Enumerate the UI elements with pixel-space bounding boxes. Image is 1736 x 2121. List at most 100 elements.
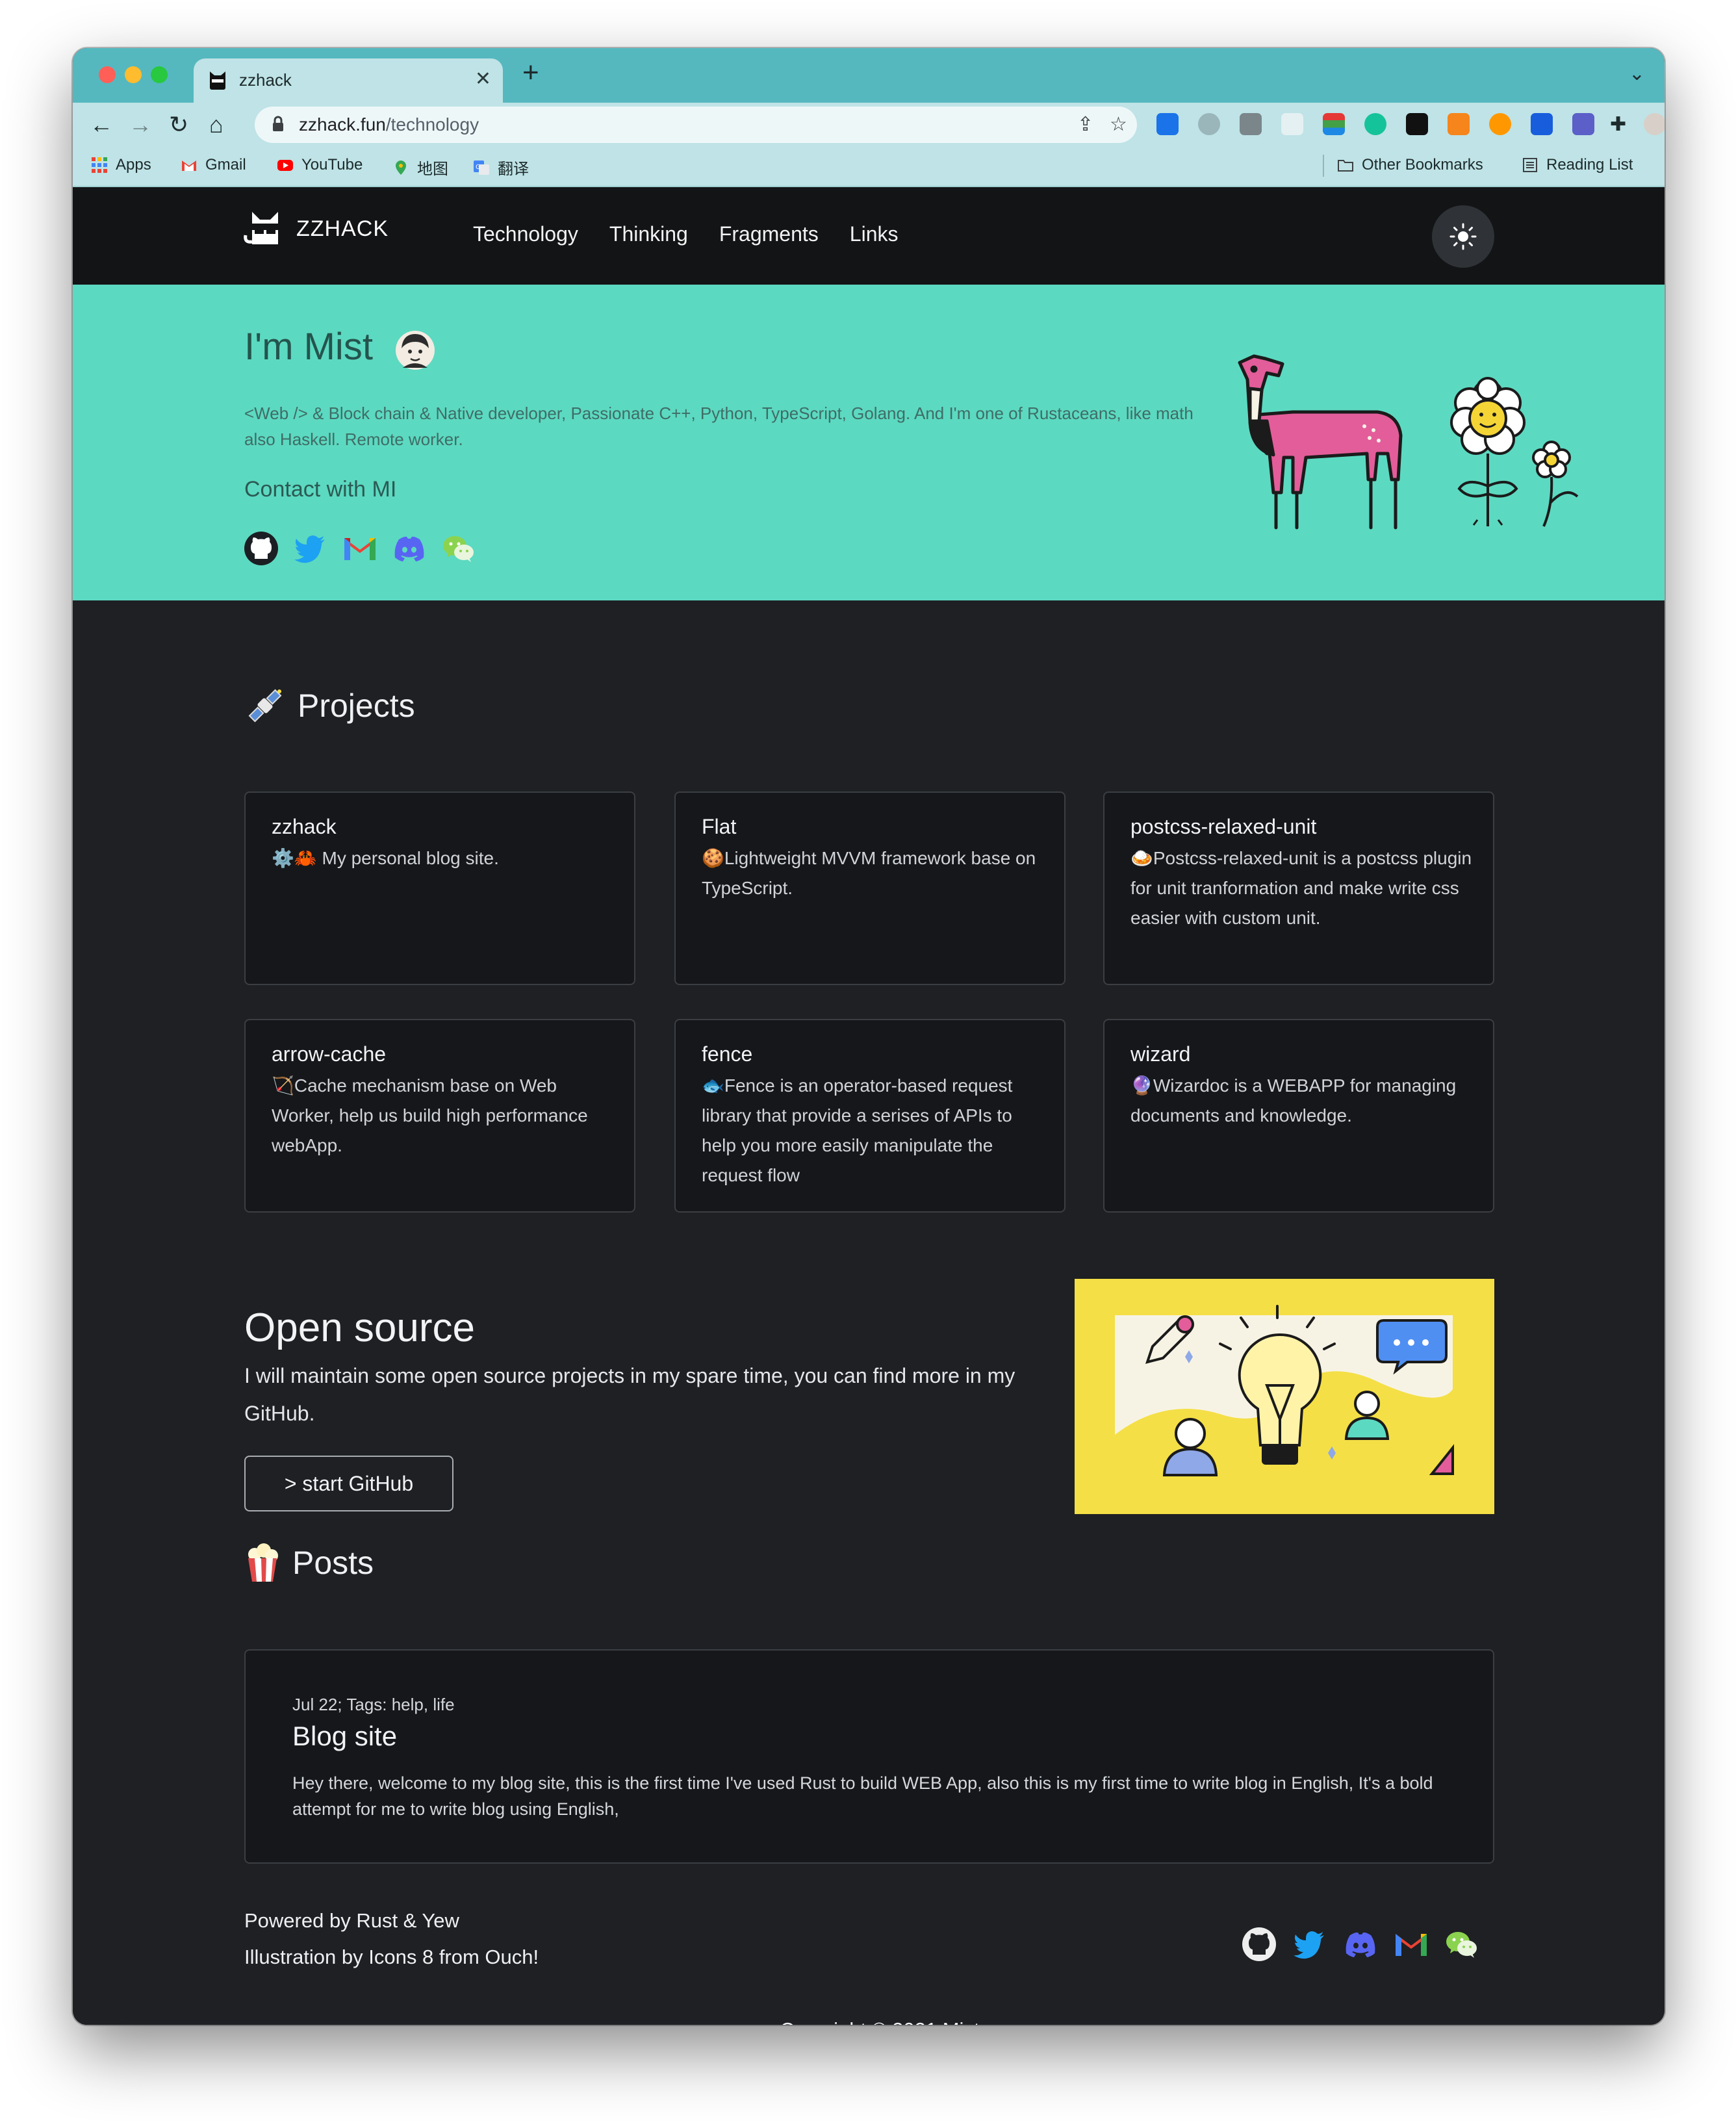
bitwarden-icon[interactable] xyxy=(1531,113,1553,135)
wechat-icon[interactable] xyxy=(440,530,477,567)
bookmark-maps[interactable]: 地图 xyxy=(392,156,448,179)
close-window-button[interactable] xyxy=(99,66,116,83)
react-devtools-icon[interactable] xyxy=(1198,113,1220,135)
post-excerpt: Hey there, welcome to my blog site, this… xyxy=(292,1773,1433,1819)
hero-description: <Web /> & Block chain & Native developer… xyxy=(244,404,1194,449)
back-arrow-icon[interactable]: ← xyxy=(90,109,113,140)
bookmark-extension-icon[interactable] xyxy=(1281,113,1303,135)
site-header: ZZHACK Technology Thinking Fragments Lin… xyxy=(73,187,1665,285)
project-description: 🍪Lightweight MVVM framework base on Type… xyxy=(702,848,1036,898)
bookmark-other-label: Other Bookmarks xyxy=(1362,156,1483,174)
post-card[interactable]: Jul 22; Tags: help, life Blog site Hey t… xyxy=(244,1649,1494,1864)
bookmark-star-icon[interactable]: ☆ xyxy=(1110,113,1127,136)
home-icon[interactable]: ⌂ xyxy=(209,109,223,140)
posts-title: Posts xyxy=(292,1545,374,1581)
nav-technology[interactable]: Technology xyxy=(473,222,578,246)
close-tab-icon[interactable]: ✕ xyxy=(475,68,491,90)
open-source-title: Open source xyxy=(244,1305,475,1350)
bookmark-youtube[interactable]: YouTube xyxy=(277,156,363,174)
project-card-wizard[interactable]: wizard 🔮Wizardoc is a WEBAPP for managin… xyxy=(1103,1019,1494,1213)
nav-links[interactable]: Links xyxy=(850,222,899,246)
gmail-icon xyxy=(182,161,196,171)
profile-avatar[interactable] xyxy=(1644,113,1665,135)
page-content: ZZHACK Technology Thinking Fragments Lin… xyxy=(73,187,1665,2025)
minimize-window-button[interactable] xyxy=(125,66,142,83)
tab-search-chevron-icon[interactable]: ⌄ xyxy=(1629,62,1645,85)
gmail-icon[interactable] xyxy=(1393,1926,1429,1962)
hero-section: I'm Mist <Web /> & Block chain & Native … xyxy=(73,285,1665,600)
extensions-puzzle-icon[interactable]: ✚ xyxy=(1610,109,1626,140)
vue-devtools-icon[interactable] xyxy=(1240,113,1262,135)
post-title[interactable]: Blog site xyxy=(292,1721,397,1752)
gmail-icon[interactable] xyxy=(342,530,378,567)
project-description: 🐟Fence is an operator-based request libr… xyxy=(702,1075,1013,1185)
discord-icon[interactable] xyxy=(391,530,428,567)
nav-fragments[interactable]: Fragments xyxy=(719,222,819,246)
post-meta: Jul 22; Tags: help, life xyxy=(292,1695,455,1714)
extension-9-icon[interactable] xyxy=(1489,113,1511,135)
start-github-button[interactable]: > start GitHub xyxy=(244,1456,453,1511)
forward-arrow-icon[interactable]: → xyxy=(129,109,152,140)
browser-toolbar: ← → ↻ ⌂ zzhack.fun/technology ⇪ ☆ ✚ ⋮ xyxy=(73,103,1665,147)
github-icon[interactable] xyxy=(1241,1926,1277,1962)
share-icon[interactable]: ⇪ xyxy=(1077,113,1093,136)
metamask-icon[interactable] xyxy=(1448,113,1470,135)
theme-toggle-button[interactable] xyxy=(1432,205,1494,268)
copyright-text: Copyright © 2021 Mist xyxy=(780,2018,979,2025)
project-card-fence[interactable]: fence 🐟Fence is an operator-based reques… xyxy=(674,1019,1066,1213)
popcorn-icon xyxy=(248,1543,278,1582)
twitter-icon[interactable] xyxy=(1292,1926,1328,1962)
reading-list-icon xyxy=(1523,158,1537,172)
bookmarks-bar: Apps Gmail YouTube 地图 G 翻译 Other Bookmar… xyxy=(73,147,1665,187)
url-text[interactable]: zzhack.fun/technology xyxy=(299,114,479,135)
project-card-postcss-relaxed-unit[interactable]: postcss-relaxed-unit 🍛Postcss-relaxed-un… xyxy=(1103,791,1494,985)
bookmark-other[interactable]: Other Bookmarks xyxy=(1337,156,1483,174)
hero-social-links xyxy=(243,530,477,567)
bookmark-youtube-label: YouTube xyxy=(301,156,363,174)
footer-social-links xyxy=(1241,1926,1480,1962)
bookmarks-divider xyxy=(1323,155,1324,177)
tab-strip: zzhack ✕ + ⌄ xyxy=(73,48,1665,103)
project-description: ⚙️🦀 My personal blog site. xyxy=(272,848,499,868)
project-card-zzhack[interactable]: zzhack ⚙️🦀 My personal blog site. xyxy=(244,791,635,985)
browser-window: zzhack ✕ + ⌄ ← → ↻ ⌂ zzhack.fun/technolo… xyxy=(73,48,1665,2025)
extension-1-icon[interactable] xyxy=(1156,113,1179,135)
copyright: Copyright © 2021 Mist xyxy=(73,2018,1665,2025)
lock-icon xyxy=(273,116,283,131)
extension-11-icon[interactable] xyxy=(1572,113,1594,135)
site-logo[interactable]: ZZHACK xyxy=(243,208,389,250)
project-title: zzhack xyxy=(272,815,337,838)
bookmark-apps[interactable]: Apps xyxy=(91,156,151,174)
extension-5-icon[interactable] xyxy=(1323,113,1345,135)
contact-heading: Contact with MI xyxy=(244,477,397,502)
project-card-flat[interactable]: Flat 🍪Lightweight MVVM framework base on… xyxy=(674,791,1066,985)
project-card-arrow-cache[interactable]: arrow-cache 🏹Cache mechanism base on Web… xyxy=(244,1019,635,1213)
grammarly-icon[interactable] xyxy=(1364,113,1386,135)
bookmark-translate[interactable]: G 翻译 xyxy=(473,156,529,179)
github-extension-icon[interactable] xyxy=(1406,113,1428,135)
project-description: 🍛Postcss-relaxed-unit is a postcss plugi… xyxy=(1130,848,1472,928)
twitter-icon[interactable] xyxy=(292,530,329,567)
footer-illustration-credit: Illustration by Icons 8 from Ouch! xyxy=(244,1946,539,1968)
projects-title: Projects xyxy=(298,688,415,724)
bookmark-gmail-label: Gmail xyxy=(205,156,246,174)
wechat-icon[interactable] xyxy=(1444,1926,1480,1962)
discord-icon[interactable] xyxy=(1342,1926,1379,1962)
reload-icon[interactable]: ↻ xyxy=(169,109,188,140)
bookmark-apps-label: Apps xyxy=(116,156,151,174)
new-tab-icon[interactable]: + xyxy=(522,58,539,87)
github-icon[interactable] xyxy=(243,530,279,567)
project-description: 🏹Cache mechanism base on Web Worker, hel… xyxy=(272,1075,588,1155)
address-bar[interactable]: zzhack.fun/technology ⇪ ☆ xyxy=(255,107,1137,143)
avatar xyxy=(396,331,435,370)
project-title: postcss-relaxed-unit xyxy=(1130,815,1317,838)
reading-list-button[interactable]: Reading List xyxy=(1522,156,1633,174)
open-source-description: I will maintain some open source project… xyxy=(244,1364,1015,1425)
folder-icon xyxy=(1338,160,1353,172)
tab-zzhack[interactable]: zzhack ✕ xyxy=(194,58,503,103)
bookmark-maps-label: 地图 xyxy=(417,161,448,178)
site-logo-text: ZZHACK xyxy=(296,216,389,241)
bookmark-gmail[interactable]: Gmail xyxy=(181,156,246,174)
nav-thinking[interactable]: Thinking xyxy=(609,222,688,246)
zoom-window-button[interactable] xyxy=(151,66,168,83)
